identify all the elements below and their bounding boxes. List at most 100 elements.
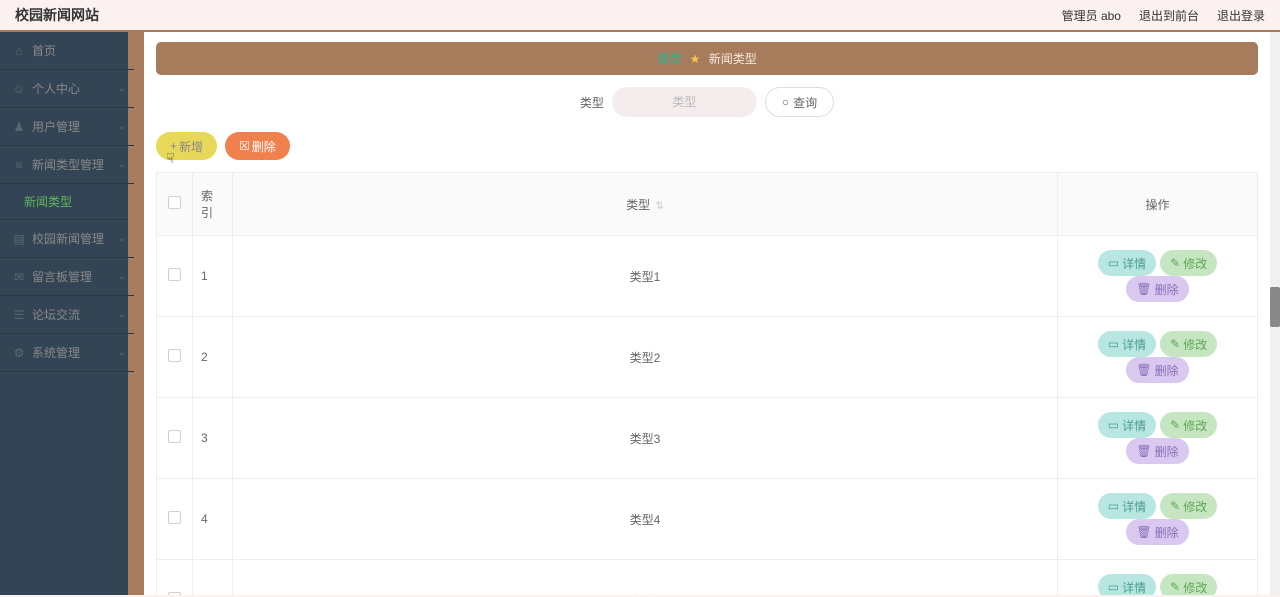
- trash-icon: 🗑: [1136, 282, 1151, 296]
- edit-button[interactable]: ✎ 修改: [1160, 412, 1217, 438]
- row-checkbox[interactable]: [168, 511, 181, 524]
- sidebar-item-system[interactable]: ⚙ 系统管理 ⌄: [0, 334, 134, 372]
- sidebar: ⌂ 首页 ☺ 个人中心 ⌄ ♟ 用户管理 ⌄ ≡ 新闻类型管理 ⌄ 新闻类型 ▤…: [0, 32, 134, 595]
- sidebar-item-label: 校园新闻管理: [32, 230, 104, 247]
- sidebar-item-label: 个人中心: [32, 80, 80, 97]
- cell-type: 类型3: [233, 398, 1058, 479]
- data-table: 索引 类型 ⇅ 操作 1类型1▭ 详情✎ 修改🗑 删除2类型2▭ 详情✎ 修改🗑…: [156, 172, 1258, 595]
- add-button-label: 新增: [179, 138, 203, 155]
- main: 首页 ★ 新闻类型 类型 ○ 查询 + 新增 ☒: [134, 32, 1280, 595]
- sidebar-item-label: 论坛交流: [32, 306, 80, 323]
- sidebar-item-label: 用户管理: [32, 118, 80, 135]
- scrollbar[interactable]: [1270, 32, 1280, 595]
- edit-button[interactable]: ✎ 修改: [1160, 331, 1217, 357]
- edit-icon: ✎: [1170, 337, 1180, 351]
- chevron-down-icon: ⌄: [118, 121, 126, 132]
- breadcrumb-current: 新闻类型: [709, 52, 757, 66]
- detail-button[interactable]: ▭ 详情: [1098, 493, 1156, 519]
- edit-button[interactable]: ✎ 修改: [1160, 250, 1217, 276]
- cell-type: 类型5: [233, 560, 1058, 596]
- exit-front-link[interactable]: 退出到前台: [1139, 7, 1199, 24]
- cell-index: 3: [193, 398, 233, 479]
- cell-type: 类型1: [233, 236, 1058, 317]
- sidebar-item-news[interactable]: ▤ 校园新闻管理 ⌄: [0, 220, 134, 258]
- row-delete-button[interactable]: 🗑 删除: [1126, 357, 1188, 383]
- cell-index: 1: [193, 236, 233, 317]
- sidebar-item-label: 首页: [32, 42, 56, 59]
- logout-link[interactable]: 退出登录: [1217, 7, 1265, 24]
- layout: ⌂ 首页 ☺ 个人中心 ⌄ ♟ 用户管理 ⌄ ≡ 新闻类型管理 ⌄ 新闻类型 ▤…: [0, 32, 1280, 595]
- scrollbar-thumb[interactable]: [1270, 287, 1280, 327]
- news-icon: ▤: [12, 232, 26, 246]
- sidebar-item-message[interactable]: ✉ 留言板管理 ⌄: [0, 258, 134, 296]
- edit-icon: ✎: [1170, 499, 1180, 513]
- row-checkbox[interactable]: [168, 349, 181, 362]
- sidebar-sub-label: 新闻类型: [24, 193, 72, 210]
- sidebar-item-label: 留言板管理: [32, 268, 92, 285]
- trash-icon: 🗑: [1136, 363, 1151, 377]
- row-checkbox[interactable]: [168, 268, 181, 281]
- sidebar-item-forum[interactable]: ☰ 论坛交流 ⌄: [0, 296, 134, 334]
- edit-button[interactable]: ✎ 修改: [1160, 493, 1217, 519]
- chevron-down-icon: ⌄: [118, 271, 126, 282]
- row-delete-button[interactable]: 🗑 删除: [1126, 276, 1188, 302]
- user-icon: ☺: [12, 82, 26, 96]
- table-row: 2类型2▭ 详情✎ 修改🗑 删除: [157, 317, 1258, 398]
- add-button[interactable]: + 新增: [156, 132, 217, 160]
- admin-label[interactable]: 管理员 abo: [1062, 7, 1121, 24]
- sidebar-item-home[interactable]: ⌂ 首页: [0, 32, 134, 70]
- chevron-down-icon: ⌄: [118, 83, 126, 94]
- home-icon: ⌂: [12, 44, 26, 58]
- cell-ops: ▭ 详情✎ 修改🗑 删除: [1058, 317, 1258, 398]
- sort-icon: ⇅: [655, 201, 663, 212]
- row-checkbox[interactable]: [168, 592, 181, 595]
- sidebar-item-users[interactable]: ♟ 用户管理 ⌄: [0, 108, 134, 146]
- doc-icon: ▭: [1108, 499, 1119, 513]
- sidebar-item-profile[interactable]: ☺ 个人中心 ⌄: [0, 70, 134, 108]
- detail-button[interactable]: ▭ 详情: [1098, 331, 1156, 357]
- row-checkbox[interactable]: [168, 430, 181, 443]
- search-input[interactable]: [612, 87, 757, 117]
- sidebar-item-label: 系统管理: [32, 344, 80, 361]
- sidebar-item-newstype[interactable]: ≡ 新闻类型管理 ⌄: [0, 146, 134, 184]
- app-title: 校园新闻网站: [15, 5, 99, 25]
- search-button[interactable]: ○ 查询: [765, 87, 834, 117]
- header-actions: 管理员 abo 退出到前台 退出登录: [1062, 7, 1265, 24]
- chevron-down-icon: ⌄: [118, 159, 126, 170]
- breadcrumb-home[interactable]: 首页: [657, 52, 681, 66]
- main-content: 首页 ★ 新闻类型 类型 ○ 查询 + 新增 ☒: [144, 32, 1270, 595]
- detail-button[interactable]: ▭ 详情: [1098, 412, 1156, 438]
- breadcrumb: 首页 ★ 新闻类型: [156, 42, 1258, 75]
- detail-button[interactable]: ▭ 详情: [1098, 250, 1156, 276]
- row-delete-button[interactable]: 🗑 删除: [1126, 438, 1188, 464]
- sidebar-sub-newstype[interactable]: 新闻类型: [0, 184, 134, 220]
- chevron-down-icon: ⌄: [118, 233, 126, 244]
- delete-button[interactable]: ☒ 删除: [225, 132, 290, 160]
- cell-index: 2: [193, 317, 233, 398]
- doc-icon: ▭: [1108, 580, 1119, 594]
- sidebar-item-label: 新闻类型管理: [32, 156, 104, 173]
- edit-icon: ✎: [1170, 256, 1180, 270]
- checkbox-all[interactable]: [168, 196, 181, 209]
- table-row: 5类型5▭ 详情✎ 修改🗑 删除: [157, 560, 1258, 596]
- search-button-label: 查询: [793, 94, 817, 111]
- trash-icon: 🗑: [1136, 444, 1151, 458]
- doc-icon: ▭: [1108, 418, 1119, 432]
- cell-ops: ▭ 详情✎ 修改🗑 删除: [1058, 479, 1258, 560]
- main-accent-bar: [134, 32, 144, 595]
- edit-button[interactable]: ✎ 修改: [1160, 574, 1217, 595]
- gear-icon: ⚙: [12, 346, 26, 360]
- cell-index: 4: [193, 479, 233, 560]
- users-icon: ♟: [12, 120, 26, 134]
- star-icon: ★: [690, 52, 701, 66]
- table-row: 3类型3 ▭ 详情✎ 修改🗑 删除: [157, 398, 1258, 479]
- trash-icon: ☒: [239, 139, 250, 153]
- search-label: 类型: [580, 94, 604, 111]
- chevron-down-icon: ⌄: [118, 347, 126, 358]
- cell-type: 类型4: [233, 479, 1058, 560]
- th-type[interactable]: 类型 ⇅: [233, 173, 1058, 236]
- toolbar: + 新增 ☒ 删除 ☟: [156, 132, 1258, 160]
- detail-button[interactable]: ▭ 详情: [1098, 574, 1156, 595]
- row-delete-button[interactable]: 🗑 删除: [1126, 519, 1188, 545]
- message-icon: ✉: [12, 270, 26, 284]
